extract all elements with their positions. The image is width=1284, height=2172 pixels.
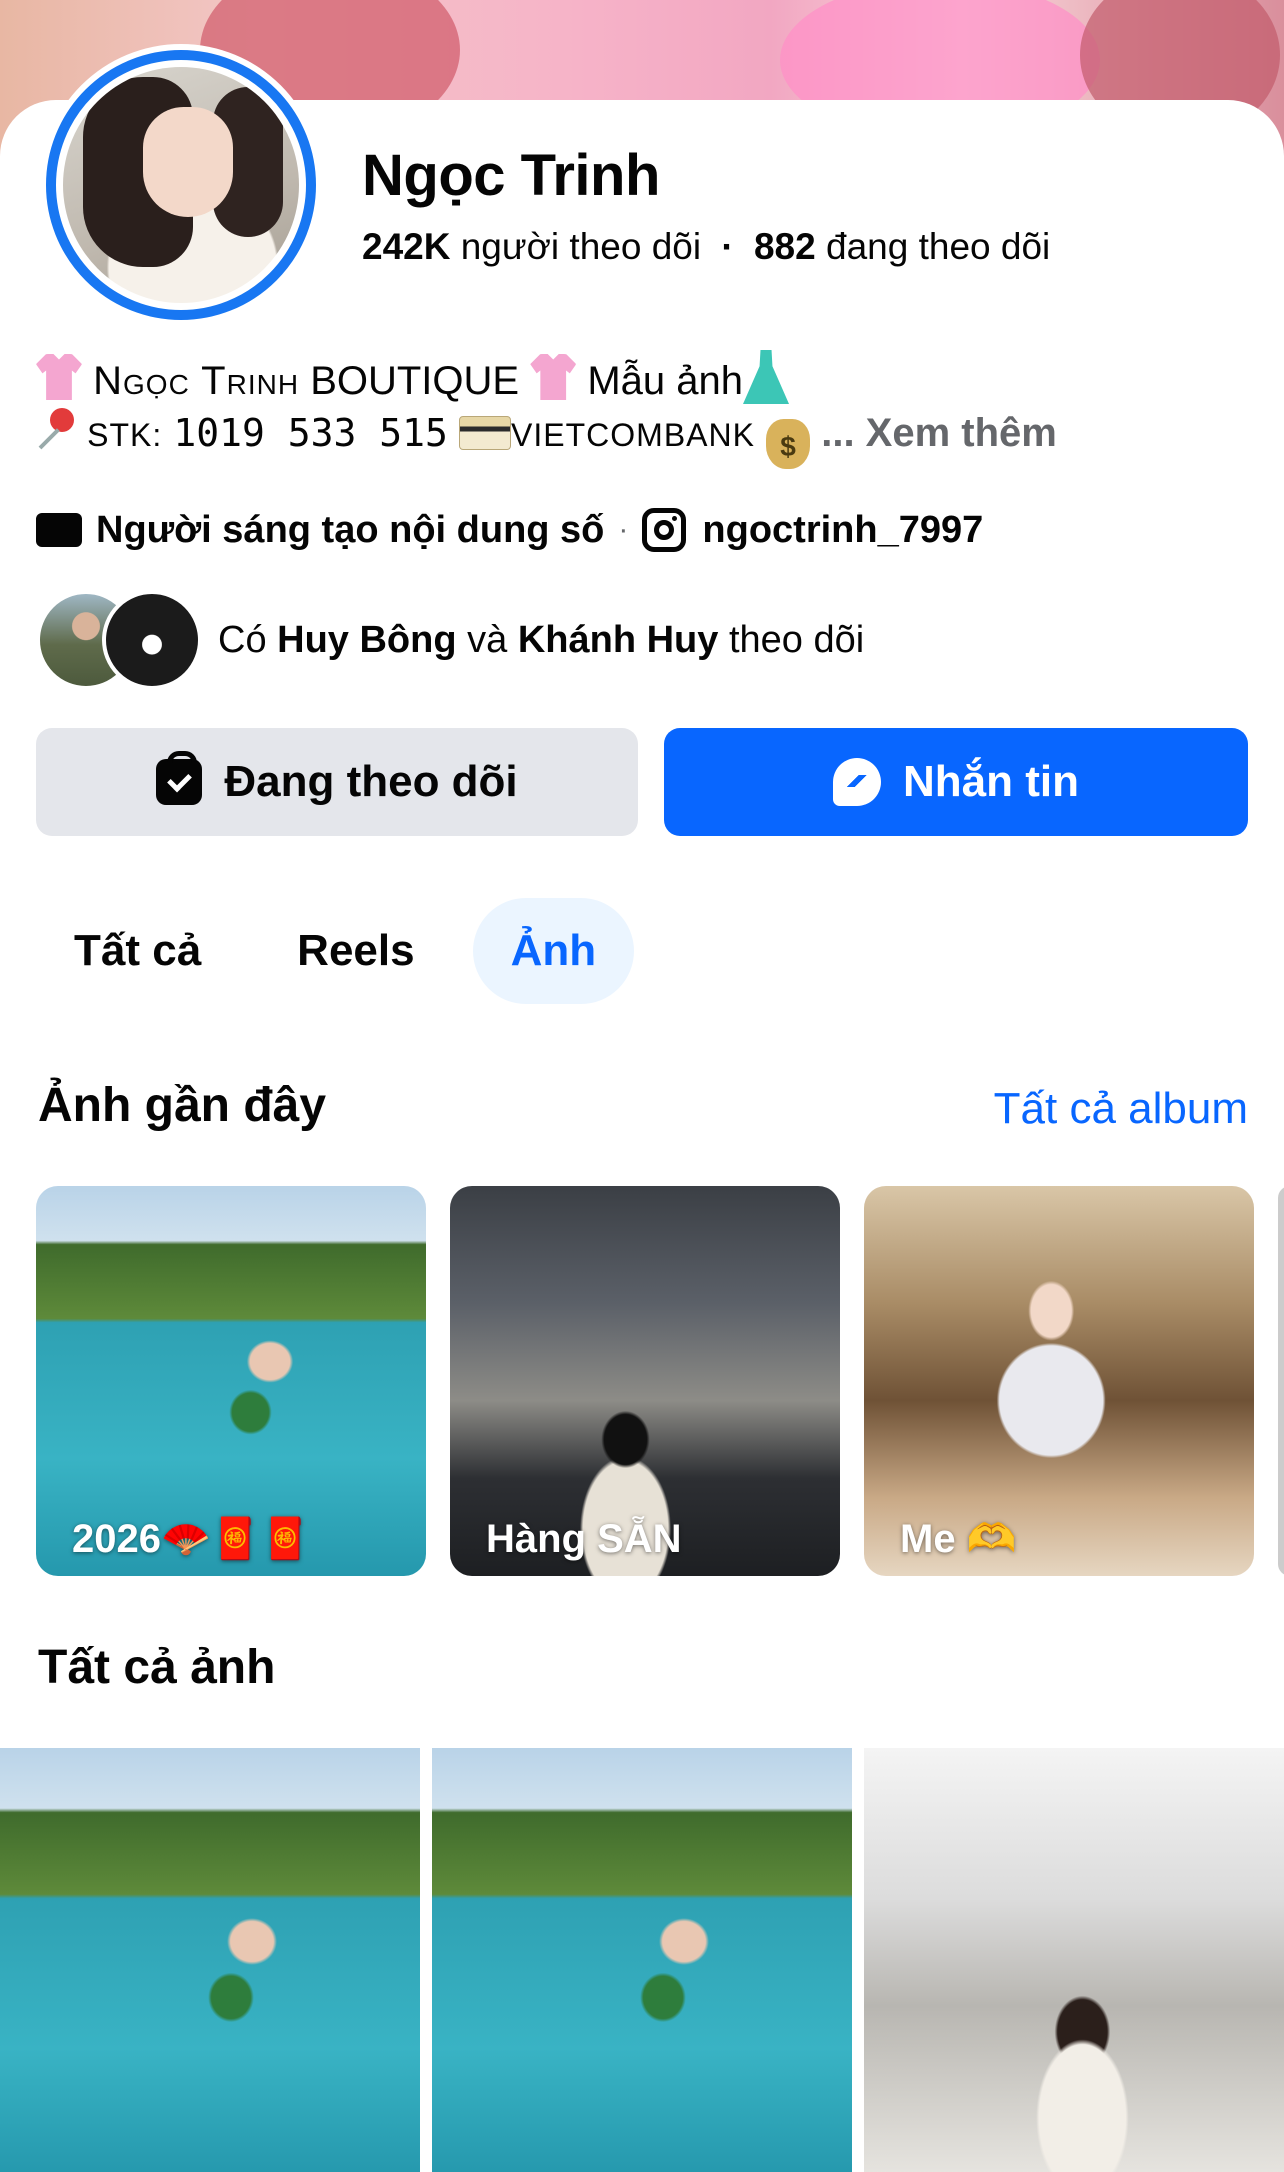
album-title: Me	[900, 1517, 956, 1561]
tab-all[interactable]: Tất cả	[36, 898, 239, 1004]
album-card[interactable]: Hàng SẴN	[450, 1186, 840, 1576]
creator-category: Người sáng tạo nội dung số	[96, 508, 605, 551]
see-more-link[interactable]: ... Xem thêm	[821, 411, 1057, 455]
message-button[interactable]: Nhắn tin	[664, 728, 1248, 836]
dress-icon	[743, 350, 790, 404]
following-check-icon	[156, 751, 203, 805]
money-bag-icon: $	[766, 419, 811, 469]
album-title: 2026	[72, 1517, 161, 1561]
profile-tabs: Tất cả Reels Ảnh	[36, 898, 635, 1004]
following-button[interactable]: Đang theo dõi	[36, 728, 638, 836]
bio-brand: Ngọc Trinh	[93, 359, 300, 403]
bio-stk-label: STK:	[87, 417, 163, 453]
album-emoji: 🪭🧧🧧	[160, 1516, 311, 1562]
stats-separator: ·	[721, 226, 734, 267]
album-card-peek[interactable]	[1278, 1186, 1284, 1576]
mutual-text: Có Huy Bông và Khánh Huy theo dõi	[218, 619, 864, 662]
instagram-icon	[642, 508, 687, 552]
bio: Ngọc Trinh BOUTIQUE Mẫu ảnh STK: 1019 53…	[36, 350, 1256, 469]
follow-stats[interactable]: 242K người theo dõi · 882 đang theo dõi	[362, 226, 1050, 268]
mutual-followers[interactable]: Có Huy Bông và Khánh Huy theo dõi	[36, 590, 864, 690]
photo-thumbnail[interactable]	[864, 1748, 1284, 2172]
profile-meta: Người sáng tạo nội dung số · ngoctrinh_7…	[36, 508, 983, 552]
tab-reels[interactable]: Reels	[259, 898, 452, 1004]
album-label: Hàng SẴN	[486, 1517, 682, 1562]
mutual-prefix: Có	[218, 618, 267, 661]
mutual-suffix: theo dõi	[728, 618, 865, 661]
all-albums-link[interactable]: Tất cả album	[994, 1084, 1248, 1134]
album-label: 2026🪭🧧🧧	[72, 1515, 310, 1562]
bio-stk-number: 1019 533 515	[173, 411, 448, 455]
bio-line-1: Ngọc Trinh BOUTIQUE Mẫu ảnh	[36, 350, 1256, 409]
album-title: Hàng SẴN	[486, 1517, 682, 1561]
avatar	[102, 590, 202, 690]
avatar-detail	[143, 107, 233, 217]
photo-thumbnail[interactable]	[432, 1748, 852, 2172]
all-photos-title: Tất cả ảnh	[38, 1641, 276, 1694]
pushpin-icon	[36, 408, 76, 452]
shirt-icon	[36, 354, 82, 400]
mutual-conjunction: và	[467, 618, 508, 661]
tab-photos[interactable]: Ảnh	[472, 898, 635, 1004]
following-label: Đang theo dõi	[224, 757, 518, 806]
followers-count: 242K	[362, 226, 451, 267]
bio-boutique: BOUTIQUE	[310, 359, 520, 403]
profile-name: Ngọc Trinh	[362, 143, 660, 208]
story-ring	[46, 50, 316, 320]
following-label: đang theo dõi	[826, 226, 1051, 267]
messenger-icon	[833, 758, 881, 806]
bio-line-2: STK: 1019 533 515 VIETCOMBANK $ ... Xem …	[36, 405, 1256, 469]
meta-separator: ·	[618, 513, 629, 546]
shirt-icon	[530, 354, 577, 400]
album-card[interactable]: Me 🫶	[864, 1186, 1254, 1576]
bio-model: Mẫu ảnh	[587, 359, 744, 403]
mutual-friend-1: Huy Bông	[277, 618, 457, 661]
mutual-friend-2: Khánh Huy	[517, 618, 719, 661]
followers-label: người theo dõi	[460, 226, 702, 267]
following-count: 882	[753, 226, 816, 267]
photo-thumbnail[interactable]	[0, 1748, 420, 2172]
album-card[interactable]: 2026🪭🧧🧧	[36, 1186, 426, 1576]
clapperboard-icon	[36, 513, 82, 547]
photo-grid	[0, 1748, 1284, 2172]
instagram-handle[interactable]: ngoctrinh_7997	[702, 509, 983, 552]
album-carousel: 2026🪭🧧🧧 Hàng SẴN Me 🫶	[36, 1186, 1254, 1576]
avatar-image	[63, 67, 299, 303]
profile-avatar[interactable]	[40, 44, 322, 326]
bio-bank: VIETCOMBANK	[511, 417, 755, 453]
album-emoji: 🫶	[966, 1516, 1017, 1562]
credit-card-icon	[459, 416, 512, 450]
album-label: Me 🫶	[900, 1515, 1017, 1562]
recent-photos-title: Ảnh gần đây	[38, 1079, 327, 1132]
message-label: Nhắn tin	[903, 757, 1079, 806]
